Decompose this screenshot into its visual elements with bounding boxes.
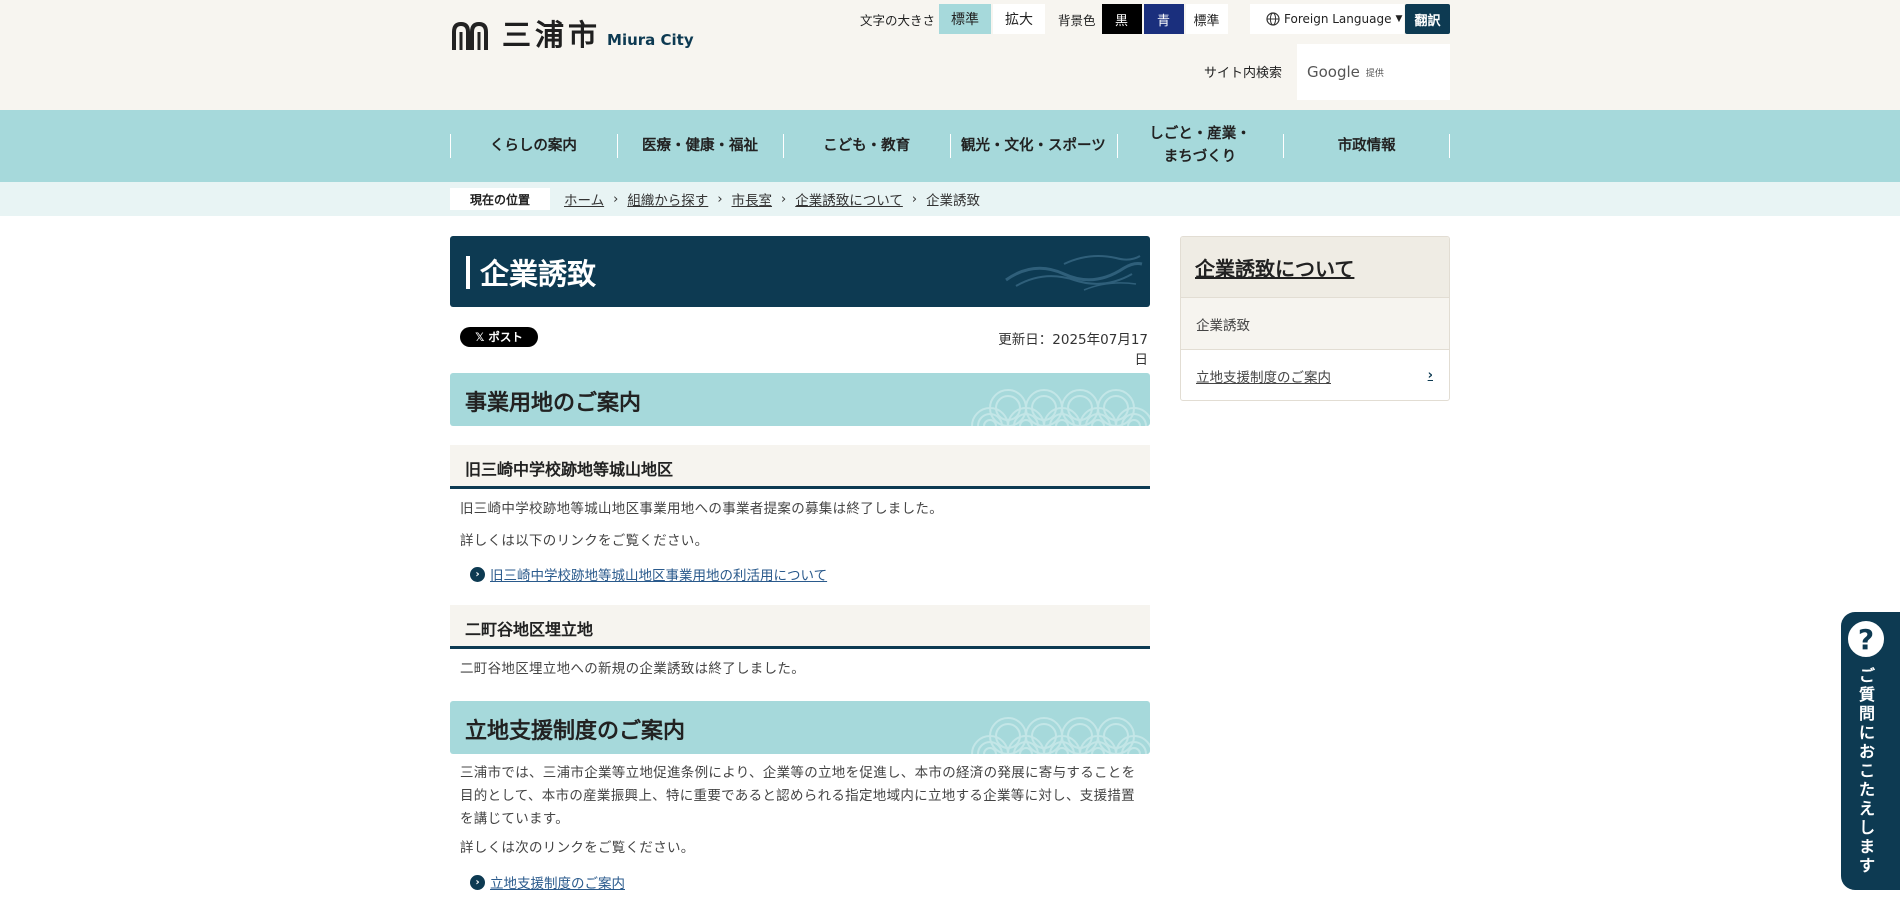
sidebar-item-support[interactable]: 立地支援制度のご案内 › xyxy=(1181,349,1449,400)
x-logo-icon: 𝕏 xyxy=(475,330,485,344)
seigaiha-pattern-icon xyxy=(971,389,1150,426)
chevron-right-icon: › xyxy=(1427,368,1433,383)
paragraph: 三浦市では、三浦市企業等立地促進条例により、企業等の立地を促進し、本市の経済の発… xyxy=(460,765,1136,827)
help-tab-label: ご質問におこたえします xyxy=(1858,666,1875,875)
wave-decoration-icon xyxy=(1005,255,1143,291)
logo-text-en: Miura City xyxy=(607,31,694,49)
chevron-right-icon: › xyxy=(781,191,787,207)
subheading-text: 二町谷地区埋立地 xyxy=(465,620,594,639)
question-icon: ? xyxy=(1845,618,1887,660)
font-size-standard-button[interactable]: 標準 xyxy=(939,4,992,34)
subheading-futamachiya: 二町谷地区埋立地 xyxy=(450,605,1150,649)
breadcrumb-link-invest[interactable]: 企業誘致について xyxy=(795,189,903,209)
page-title-bar: 企業誘致 xyxy=(450,236,1150,307)
chevron-right-icon: › xyxy=(911,191,918,207)
faq-help-tab[interactable]: ? ご質問におこたえします xyxy=(1841,612,1900,890)
title-accent-bar xyxy=(466,256,470,289)
site-search-label: サイト内検索 xyxy=(1204,66,1283,81)
font-size-large-button[interactable]: 拡大 xyxy=(993,4,1046,34)
sidebar-heading-text[interactable]: 企業誘致について xyxy=(1195,253,1354,282)
seigaiha-pattern-icon xyxy=(971,717,1150,754)
chevron-right-icon: › xyxy=(613,191,619,207)
breadcrumb-link-home[interactable]: ホーム xyxy=(564,189,604,209)
sidebar-heading[interactable]: 企業誘致について xyxy=(1181,237,1449,297)
nav-item-tourism[interactable]: 観光・文化・スポーツ xyxy=(950,110,1117,182)
nav-item-city-info[interactable]: 市政情報 xyxy=(1283,110,1450,182)
search-input[interactable]: Google 提供 xyxy=(1297,44,1450,100)
bg-black-button[interactable]: 黒 xyxy=(1101,4,1142,34)
breadcrumb-link-org[interactable]: 組織から探す xyxy=(627,189,708,209)
sidebar-menu: 企業誘致について 企業誘致 立地支援制度のご案内 › xyxy=(1180,236,1450,401)
breadcrumb-link-mayor[interactable]: 市長室 xyxy=(732,189,773,209)
logo-text-ja: 三浦市 xyxy=(502,18,602,52)
sidebar-item-label: 企業誘致 xyxy=(1196,317,1250,334)
google-brand-sub: 提供 xyxy=(1365,68,1384,79)
bg-standard-button[interactable]: 標準 xyxy=(1185,4,1228,34)
paragraph: 詳しくは以下のリンクをご覧ください。 xyxy=(460,533,709,549)
bg-blue-button[interactable]: 青 xyxy=(1143,4,1184,34)
paragraph: 詳しくは次のリンクをご覧ください。 xyxy=(460,840,695,856)
updated-date: 更新日：2025年07月17日 xyxy=(998,332,1148,368)
sidebar-item-label[interactable]: 立地支援制度のご案内 xyxy=(1196,366,1331,386)
site-header: 三浦市 Miura City 文字の大きさ 標準 拡大 背景色 黒 青 標準 F… xyxy=(0,0,1900,110)
nav-item-education[interactable]: こども・教育 xyxy=(783,110,950,182)
subheading-shiroyama: 旧三崎中学校跡地等城山地区 xyxy=(450,445,1150,489)
font-size-controls: 文字の大きさ 標準 拡大 xyxy=(860,4,1046,34)
translate-button[interactable]: 翻訳 xyxy=(1405,4,1450,34)
foreign-language-label: Foreign Language xyxy=(1284,12,1392,26)
x-post-label: ポスト xyxy=(488,330,523,344)
arrow-circle-icon: › xyxy=(470,566,485,582)
sidebar-item-current: 企業誘致 xyxy=(1181,297,1449,349)
subheading-text: 旧三崎中学校跡地等城山地区 xyxy=(465,460,674,479)
breadcrumb-here-label: 現在の位置 xyxy=(450,188,550,210)
paragraph: 二町谷地区埋立地への新規の企業誘致は終了しました。 xyxy=(460,661,805,677)
link-shiroyama-utilization[interactable]: › 旧三崎中学校跡地等城山地区事業用地の利活用について xyxy=(470,564,827,584)
x-post-button[interactable]: 𝕏 ポスト xyxy=(460,327,538,347)
bg-color-controls: 背景色 黒 青 標準 xyxy=(1058,4,1228,34)
link-support-program[interactable]: › 立地支援制度のご案内 xyxy=(470,872,625,892)
arrow-circle-icon: › xyxy=(470,874,485,890)
globe-icon xyxy=(1266,12,1280,26)
foreign-language-select[interactable]: Foreign Language ▼ xyxy=(1250,4,1404,34)
nav-item-business[interactable]: しごと・産業・ まちづくり xyxy=(1116,110,1284,182)
section-heading-support: 立地支援制度のご案内 xyxy=(450,701,1150,754)
google-brand: Google xyxy=(1307,63,1360,81)
breadcrumb-current: 企業誘致 xyxy=(926,193,981,209)
breadcrumb: 現在の位置 ホーム › 組織から探す › 市長室 › 企業誘致について › 企業… xyxy=(0,182,1900,216)
page-title: 企業誘致 xyxy=(480,257,597,291)
site-logo[interactable]: 三浦市 Miura City xyxy=(450,18,694,52)
section-heading-sites: 事業用地のご案内 xyxy=(450,373,1150,426)
chevron-down-icon: ▼ xyxy=(1395,14,1403,24)
global-nav: くらしの案内 医療・健康・福祉 こども・教育 観光・文化・スポーツ しごと・産業… xyxy=(0,110,1900,182)
link-text[interactable]: 立地支援制度のご案内 xyxy=(490,872,625,892)
section-heading-text: 立地支援制度のご案内 xyxy=(465,719,686,744)
chevron-right-icon: › xyxy=(717,191,723,207)
paragraph: 旧三崎中学校跡地等城山地区事業用地への事業者提案の募集は終了しました。 xyxy=(460,501,943,517)
font-size-label: 文字の大きさ xyxy=(860,12,936,28)
bg-color-label: 背景色 xyxy=(1058,12,1096,28)
link-text[interactable]: 旧三崎中学校跡地等城山地区事業用地の利活用について xyxy=(490,564,827,584)
logo-mark-icon xyxy=(452,21,488,50)
nav-item-living[interactable]: くらしの案内 xyxy=(450,110,617,182)
nav-item-health[interactable]: 医療・健康・福祉 xyxy=(616,110,784,182)
section-heading-text: 事業用地のご案内 xyxy=(465,391,642,416)
